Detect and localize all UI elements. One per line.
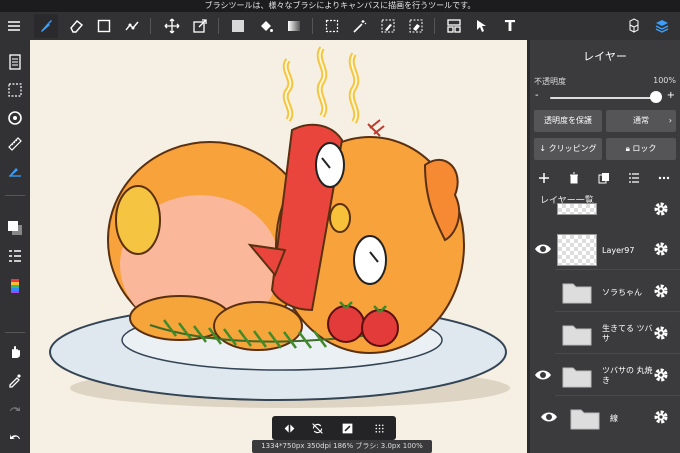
select-pen-icon[interactable] [376, 14, 400, 38]
transform-icon[interactable] [188, 14, 212, 38]
folder-icon [562, 325, 592, 346]
opacity-plus-button[interactable]: + [667, 90, 675, 101]
drawing-canvas[interactable] [30, 40, 527, 453]
protect-alpha-button[interactable]: 透明度を保護 [534, 110, 602, 132]
blend-mode-button[interactable]: 通常 › [606, 110, 676, 132]
rotate-icon[interactable] [3, 106, 27, 130]
fill-color-icon[interactable] [226, 14, 250, 38]
magic-wand-icon[interactable] [348, 14, 372, 38]
opacity-minus-button[interactable]: - [535, 90, 539, 101]
layer-row-4[interactable]: 線 [530, 398, 680, 438]
delete-layer-icon[interactable] [566, 170, 582, 186]
eraser-icon[interactable] [64, 14, 88, 38]
layer-name: ソラちゃん [602, 288, 642, 297]
gear-icon[interactable] [653, 409, 669, 425]
folder-icon [562, 283, 592, 304]
frame-divider-icon[interactable] [442, 14, 466, 38]
clipping-button[interactable]: ↓ クリッピング [534, 138, 602, 160]
layer-row-1[interactable]: ソラちゃん [530, 272, 680, 312]
hint-bar: ブラシツールは、様々なブラシによりキャンバスに描画を行うツールです。 [0, 0, 680, 12]
more-icon[interactable] [656, 170, 672, 186]
grid-icon[interactable] [368, 419, 390, 437]
eye-icon[interactable] [540, 410, 558, 424]
top-toolbar: T [0, 12, 680, 40]
layer-icon[interactable] [336, 419, 358, 437]
brush-settings-icon[interactable] [3, 158, 27, 182]
select-rect-icon[interactable] [320, 14, 344, 38]
folder-icon [562, 367, 592, 388]
canvas-illustration [49, 46, 510, 408]
flip-icon[interactable] [278, 419, 300, 437]
layer-row-3[interactable]: ツバサの 丸焼き [530, 356, 680, 396]
text-tool-icon[interactable]: T [498, 14, 522, 38]
hand-icon[interactable] [3, 340, 27, 364]
ruler-icon[interactable] [3, 132, 27, 156]
move-icon[interactable] [160, 14, 184, 38]
lock-button[interactable]: 🔒︎ ロック [606, 138, 676, 160]
opacity-slider[interactable] [550, 97, 660, 99]
color-icon[interactable] [3, 216, 27, 240]
layer-list-icon[interactable] [626, 170, 642, 186]
snap-icon[interactable] [120, 14, 144, 38]
bucket-icon[interactable] [254, 14, 278, 38]
clipping-icon: ↓ [539, 144, 549, 153]
panel-title: レイヤー [583, 50, 627, 63]
layer-thumbnail [557, 234, 597, 266]
layer-row-2[interactable]: 生きてる ツバサ [530, 314, 680, 354]
palette-icon[interactable] [3, 274, 27, 298]
layer-name: Layer97 [602, 246, 635, 255]
gear-icon[interactable] [653, 283, 669, 299]
layer-name: 生きてる ツバサ [602, 324, 653, 343]
gear-icon[interactable] [653, 201, 669, 217]
layers-icon[interactable] [650, 14, 674, 38]
add-layer-icon[interactable] [536, 170, 552, 186]
redo-icon[interactable] [3, 396, 27, 420]
rotate-lock-icon[interactable] [306, 419, 328, 437]
opacity-value: 100% [653, 76, 676, 85]
eye-icon[interactable] [534, 368, 552, 382]
eyedropper-icon[interactable] [3, 368, 27, 392]
lock-label: ロック [632, 144, 657, 153]
brush-list-icon[interactable] [3, 244, 27, 268]
layer-tools [530, 168, 680, 188]
select-eraser-icon[interactable] [404, 14, 428, 38]
gear-icon[interactable] [653, 367, 669, 383]
undo-icon[interactable] [3, 424, 27, 448]
blend-mode-label: 通常 [633, 116, 649, 125]
rectangle-icon[interactable] [92, 14, 116, 38]
chevron-right-icon: › [668, 116, 672, 125]
left-toolbar [0, 40, 30, 453]
folder-icon [570, 409, 600, 430]
gear-icon[interactable] [653, 325, 669, 341]
layer-row-0[interactable]: Layer97 [530, 230, 680, 270]
pages-icon[interactable] [3, 50, 27, 74]
material-icon[interactable] [622, 14, 646, 38]
layer-panel: レイヤー 不透明度 100% - + 透明度を保護 通常 › ↓ クリッピング … [530, 40, 680, 453]
layer-thumbnail [557, 203, 597, 215]
clipping-label: クリッピング [548, 144, 597, 153]
opacity-slider-knob[interactable] [650, 91, 662, 103]
status-bar: 1334*750px 350dpi 186% ブラシ: 3.0px 100% [252, 440, 432, 453]
menu-icon[interactable] [2, 14, 26, 38]
selection-icon[interactable] [3, 78, 27, 102]
quick-access-bar [272, 416, 396, 440]
brush-icon[interactable] [34, 14, 58, 38]
layer-name: ツバサの 丸焼き [602, 366, 653, 385]
layer-row-partial[interactable] [530, 201, 680, 217]
eye-icon[interactable] [534, 242, 552, 256]
gradient-icon[interactable] [282, 14, 306, 38]
duplicate-layer-icon[interactable] [596, 170, 612, 186]
opacity-label: 不透明度 [534, 77, 566, 86]
operation-icon[interactable] [470, 14, 494, 38]
gear-icon[interactable] [653, 241, 669, 257]
